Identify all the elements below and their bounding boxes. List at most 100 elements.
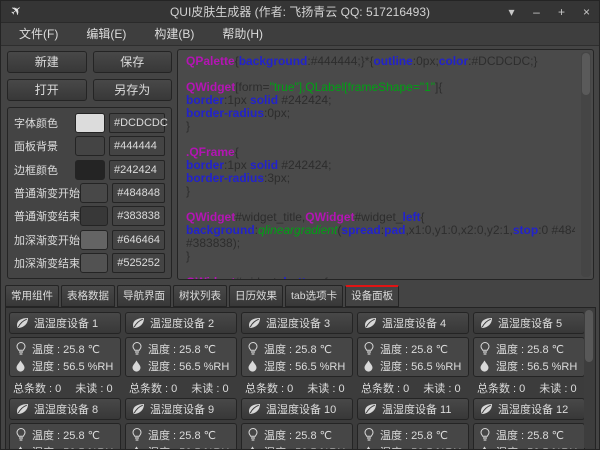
device-card-header[interactable]: 温湿度设备 4 — [357, 312, 469, 334]
device-panel-scrollbar[interactable] — [584, 309, 594, 448]
device-card: 温湿度设备 2 温度 : 25.8 ℃ — [125, 312, 237, 394]
color-hex-field[interactable]: #525252 — [112, 253, 165, 273]
device-card: 温湿度设备 3 温度 : 25.8 ℃ — [241, 312, 353, 394]
qss-code: QPalette{background:#444444;}*{outline:0… — [186, 55, 575, 280]
toolbar-button[interactable]: 保存 — [93, 51, 173, 73]
device-card-header[interactable]: 温湿度设备 12 — [473, 398, 585, 420]
menu-item[interactable]: 帮助(H) — [208, 23, 277, 45]
device-panel: 温湿度设备 1 温度 : 25.8 ℃ — [5, 307, 596, 450]
color-setting-label: 普通渐变开始 — [14, 185, 80, 201]
minimize-icon[interactable]: – — [528, 3, 545, 21]
color-swatch[interactable] — [75, 160, 105, 180]
device-card-header[interactable]: 温湿度设备 11 — [357, 398, 469, 420]
close-icon[interactable]: × — [578, 3, 595, 21]
temperature-row: 温度 : 25.8 ℃ — [363, 426, 463, 443]
color-hex-field[interactable]: #DCDCDC — [109, 113, 165, 133]
tab[interactable]: tab选项卡 — [285, 285, 343, 307]
device-card-body: 温度 : 25.8 ℃ 湿度 : 56.5 %RH — [241, 423, 353, 450]
color-swatch[interactable] — [75, 113, 105, 133]
color-setting-row: 加深渐变结束 #525252 — [14, 253, 165, 273]
color-hex-field[interactable]: #646464 — [112, 230, 165, 250]
device-name: 温湿度设备 2 — [150, 315, 214, 331]
temperature-row: 温度 : 25.8 ℃ — [131, 340, 231, 357]
editor-scrollbar-handle[interactable] — [582, 53, 590, 95]
skin-menu-icon[interactable]: ▾ — [503, 3, 520, 21]
total-count: 总条数 : 0 — [477, 380, 525, 396]
bulb-icon — [479, 428, 490, 441]
tab[interactable]: 设备面板 — [345, 285, 399, 307]
device-card-body: 温度 : 25.8 ℃ 湿度 : 56.5 %RH — [9, 423, 121, 450]
unread-count: 未读 : 0 — [191, 380, 228, 396]
tab[interactable]: 表格数据 — [61, 285, 115, 307]
humidity-value: 湿度 : 56.5 %RH — [380, 444, 461, 450]
color-swatch[interactable] — [80, 183, 108, 203]
color-hex-field[interactable]: #242424 — [109, 160, 165, 180]
total-count: 总条数 : 0 — [129, 380, 177, 396]
tab[interactable]: 日历效果 — [229, 285, 283, 307]
device-card-footer: 总条数 : 0 未读 : 0 — [357, 377, 469, 396]
menu-item[interactable]: 构建(B) — [140, 23, 208, 45]
color-swatch[interactable] — [80, 253, 108, 273]
leaf-icon — [16, 317, 29, 329]
device-card: 温湿度设备 5 温度 : 25.8 ℃ — [473, 312, 585, 394]
bulb-icon — [15, 428, 26, 441]
humidity-row: 湿度 : 56.5 %RH — [247, 357, 347, 374]
toolbar-button[interactable]: 打开 — [7, 79, 87, 101]
color-setting-row: 普通渐变开始 #484848 — [14, 183, 165, 203]
menu-item[interactable]: 编辑(E) — [72, 23, 140, 45]
color-hex-field[interactable]: #444444 — [109, 136, 165, 156]
device-card-header[interactable]: 温湿度设备 3 — [241, 312, 353, 334]
device-card: 温湿度设备 4 温度 : 25.8 ℃ — [357, 312, 469, 394]
leaf-icon — [364, 317, 377, 329]
color-swatch[interactable] — [80, 206, 108, 226]
tab[interactable]: 树状列表 — [173, 285, 227, 307]
editor-scrollbar[interactable] — [581, 52, 591, 277]
tab[interactable]: 常用组件 — [5, 285, 59, 307]
toolbar-button[interactable]: 新建 — [7, 51, 87, 73]
device-card-body: 温度 : 25.8 ℃ 湿度 : 56.5 %RH — [125, 337, 237, 377]
unread-count: 未读 : 0 — [539, 380, 576, 396]
device-card-header[interactable]: 温湿度设备 2 — [125, 312, 237, 334]
color-hex-field[interactable]: #484848 — [112, 183, 165, 203]
color-swatch[interactable] — [80, 230, 108, 250]
droplet-icon — [479, 360, 490, 372]
menu-bar: 文件(F)编辑(E)构建(B)帮助(H) — [1, 23, 599, 46]
device-card-footer: 总条数 : 0 未读 : 0 — [9, 377, 121, 396]
bulb-icon — [479, 342, 490, 355]
device-panel-scrollbar-handle[interactable] — [585, 310, 593, 362]
device-name: 温湿度设备 11 — [382, 401, 451, 417]
temperature-value: 温度 : 25.8 ℃ — [32, 427, 100, 443]
device-card-footer: 总条数 : 0 未读 : 0 — [473, 377, 585, 396]
device-card-header[interactable]: 温湿度设备 10 — [241, 398, 353, 420]
toolbar-button[interactable]: 另存为 — [93, 79, 173, 101]
temperature-row: 温度 : 25.8 ℃ — [15, 426, 115, 443]
color-hex-field[interactable]: #383838 — [112, 206, 165, 226]
device-name: 温湿度设备 5 — [498, 315, 562, 331]
humidity-row: 湿度 : 56.5 %RH — [363, 357, 463, 374]
device-card-header[interactable]: 温湿度设备 9 — [125, 398, 237, 420]
device-card: 温湿度设备 1 温度 : 25.8 ℃ — [9, 312, 121, 394]
color-setting-label: 加深渐变开始 — [14, 232, 80, 248]
tab[interactable]: 导航界面 — [117, 285, 171, 307]
qss-editor[interactable]: QPalette{background:#444444;}*{outline:0… — [177, 49, 594, 280]
temperature-row: 温度 : 25.8 ℃ — [15, 340, 115, 357]
color-setting-row: 面板背景 #444444 — [14, 136, 165, 156]
color-swatch[interactable] — [75, 136, 105, 156]
bulb-icon — [363, 428, 374, 441]
color-setting-label: 加深渐变结束 — [14, 255, 80, 271]
device-card-header[interactable]: 温湿度设备 5 — [473, 312, 585, 334]
leaf-icon — [132, 317, 145, 329]
device-card-header[interactable]: 温湿度设备 8 — [9, 398, 121, 420]
temperature-row: 温度 : 25.8 ℃ — [131, 426, 231, 443]
total-count: 总条数 : 0 — [13, 380, 61, 396]
temperature-value: 温度 : 25.8 ℃ — [380, 341, 448, 357]
total-count: 总条数 : 0 — [245, 380, 293, 396]
device-card-header[interactable]: 温湿度设备 1 — [9, 312, 121, 334]
menu-item[interactable]: 文件(F) — [5, 23, 72, 45]
color-setting-label: 普通渐变结束 — [14, 208, 80, 224]
maximize-icon[interactable]: + — [553, 3, 570, 21]
humidity-value: 湿度 : 56.5 %RH — [496, 358, 577, 374]
humidity-value: 湿度 : 56.5 %RH — [264, 358, 345, 374]
bulb-icon — [247, 428, 258, 441]
temperature-value: 温度 : 25.8 ℃ — [264, 427, 332, 443]
